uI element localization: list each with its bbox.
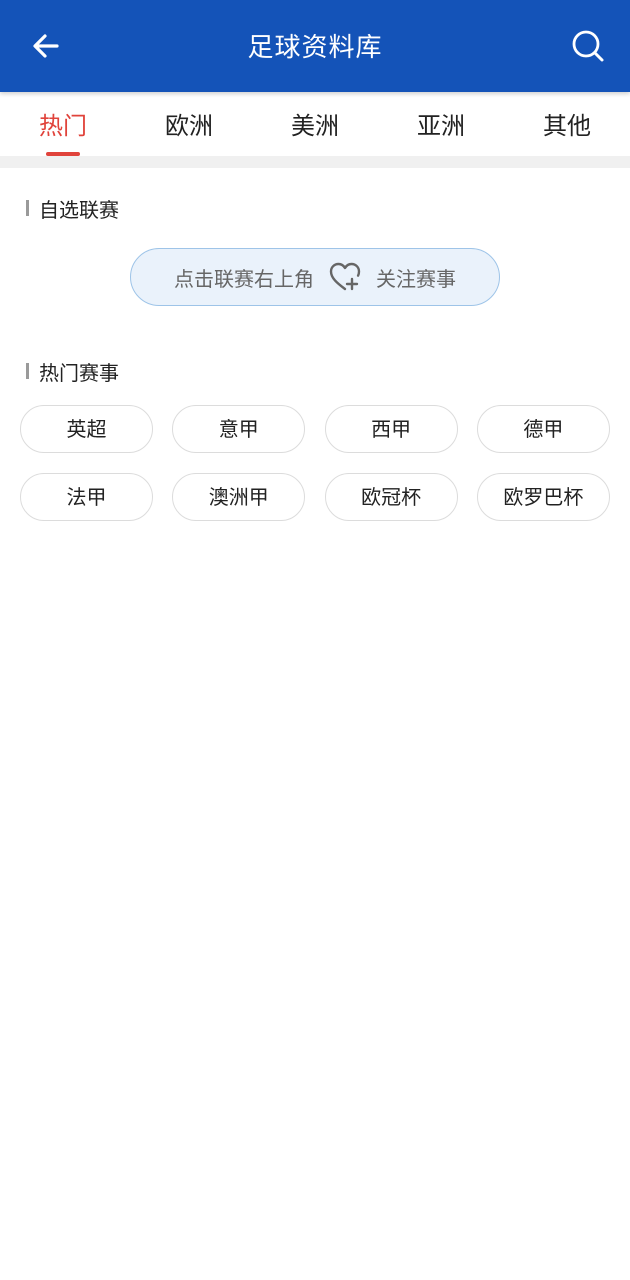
tab-label: 美洲 [291,112,339,140]
league-chip-bundesliga[interactable]: 德甲 [476,405,610,453]
tab-label: 亚洲 [417,112,465,140]
section-marker [26,363,29,379]
hot-title-text: 热门赛事 [39,360,119,385]
section-divider [0,156,630,168]
league-chip-a-league[interactable]: 澳洲甲 [172,473,306,521]
league-chip-la-liga[interactable]: 西甲 [324,405,458,453]
tab-asia[interactable]: 亚洲 [378,92,504,156]
search-button[interactable] [564,24,612,68]
search-icon [572,30,604,62]
region-tabs: 热门 欧洲 美洲 亚洲 其他 [0,92,630,156]
section-marker [26,200,29,216]
league-chip-champions-league[interactable]: 欧冠杯 [324,473,458,521]
league-chip-serie-a[interactable]: 意甲 [172,405,306,453]
tab-hot[interactable]: 热门 [0,92,126,156]
favorites-title-text: 自选联赛 [39,197,119,222]
league-chip-europa-league[interactable]: 欧罗巴杯 [476,473,610,521]
hot-league-grid: 英超 意甲 西甲 德甲 法甲 澳洲甲 欧冠杯 欧罗巴杯 [20,405,610,521]
hint-prefix-text: 点击联赛右上角 [174,266,314,291]
hint-suffix-text: 关注赛事 [376,266,456,291]
tab-label: 欧洲 [165,112,213,140]
tab-label: 热门 [39,112,87,140]
tab-americas[interactable]: 美洲 [252,92,378,156]
favorites-section-title: 自选联赛 [26,195,119,222]
app-header: 足球资料库 [0,0,630,92]
league-chip-premier-league[interactable]: 英超 [20,405,153,453]
follow-league-hint[interactable]: 点击联赛右上角 关注赛事 [130,248,500,306]
league-chip-ligue-1[interactable]: 法甲 [20,473,153,521]
tab-other[interactable]: 其他 [504,92,630,156]
hot-section-title: 热门赛事 [26,358,119,385]
tab-europe[interactable]: 欧洲 [126,92,252,156]
page-title: 足球资料库 [247,33,383,63]
heart-plus-icon [328,261,364,293]
tab-label: 其他 [543,112,591,140]
